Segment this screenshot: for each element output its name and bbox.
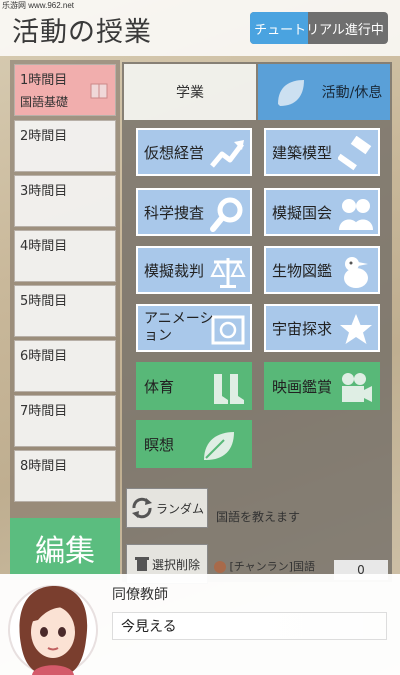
book-icon [90,83,108,99]
page-title: 活動の授業 [12,17,152,48]
magnifier-icon [210,197,243,232]
subject-button-movie-appreciation[interactable]: 映画鑑賞 [264,362,380,410]
subject-label: 体育 [144,377,175,396]
speaker-avatar [8,585,98,675]
people-icon [339,199,373,230]
period-label: 7時間目 [20,404,68,419]
period-label: 5時間目 [20,294,68,309]
period-slot-3[interactable]: 3時間目 [14,175,116,227]
watermark: 乐游网 www.962.net [2,1,75,10]
subject-button-space-exploration[interactable]: 宇宙探求 [264,304,380,352]
period-label: 3時間目 [20,184,68,199]
tutorial-status-button[interactable]: チュートリアル進行中 [250,12,388,44]
tab-study[interactable]: 学業 [124,64,256,120]
teacher-label: [チャンラン]国語 [229,560,315,573]
tab-study-label: 学業 [176,85,204,101]
period-label: 1時間目 [20,73,68,88]
random-button[interactable]: ランダム [126,488,208,528]
tab-activity-label: 活動/休息 [321,85,383,101]
trash-icon [134,557,149,571]
refresh-icon [131,497,152,519]
subject-description: 国語を教えます [216,510,301,524]
subject-label: 映画鑑賞 [272,377,333,396]
period-label: 2時間目 [20,129,68,144]
period-subject: 国語基礎 [20,95,69,109]
random-button-label: ランダム [155,501,204,516]
edit-button[interactable]: 編集 [10,518,120,578]
delete-button-label: 選択削除 [151,557,200,572]
trend-up-icon [210,140,244,168]
subject-button-architecture-model[interactable]: 建築模型 [264,128,380,176]
period-label: 6時間目 [20,349,68,364]
subject-label: 宇宙探求 [272,319,333,338]
period-slot-2[interactable]: 2時間目 [14,120,116,172]
period-label: 4時間目 [20,239,68,254]
subject-label: 建築模型 [272,143,333,162]
subject-label: 科学捜査 [144,203,205,222]
subject-button-virtual-management[interactable]: 仮想経営 [136,128,252,176]
subject-label: 模擬裁判 [144,261,205,280]
star-icon [340,314,372,344]
camera-icon [342,373,372,402]
leaf-icon [278,80,304,106]
subject-button-biology-encyclopedia[interactable]: 生物図鑑 [264,246,380,294]
boots-icon [214,374,244,404]
period-list: 1時間目 国語基礎 2時間目 3時間目 4時間目 5時間目 6時間目 7時間目 … [10,60,120,580]
tab-activity[interactable]: 活動/休息 [258,64,390,120]
scales-icon [210,258,246,288]
subject-button-mock-diet[interactable]: 模擬国会 [264,188,380,236]
period-slot-4[interactable]: 4時間目 [14,230,116,282]
subject-label: 生物図鑑 [272,261,333,280]
period-slot-1[interactable]: 1時間目 国語基礎 [14,64,116,116]
period-slot-8[interactable]: 8時間目 [14,450,116,502]
speaker-name: 同僚教師 [112,587,168,603]
leaf-icon [204,432,234,460]
subject-button-forensic-science[interactable]: 科学捜査 [136,188,252,236]
teacher-row: [チャンラン]国語 [214,558,315,574]
subject-label: 瞑想 [144,435,175,454]
period-slot-5[interactable]: 5時間目 [14,285,116,337]
dialog-text: 今見える [112,612,387,640]
teacher-avatar-icon [214,561,226,573]
bird-icon [344,257,368,288]
subject-label: アニメーション [144,311,214,344]
period-label: 8時間目 [20,459,68,474]
animation-screen-icon [211,315,245,345]
period-slot-6[interactable]: 6時間目 [14,340,116,392]
hammer-icon [338,136,372,171]
subject-label: 模擬国会 [272,203,333,222]
subject-button-meditation[interactable]: 瞑想 [136,420,252,468]
subject-label: 仮想経営 [144,143,205,162]
tutorial-label: チュートリアル進行中 [254,22,384,38]
period-slot-7[interactable]: 7時間目 [14,395,116,447]
subject-button-animation[interactable]: アニメーション [136,304,252,352]
subject-button-pe[interactable]: 体育 [136,362,252,410]
subject-button-mock-trial[interactable]: 模擬裁判 [136,246,252,294]
